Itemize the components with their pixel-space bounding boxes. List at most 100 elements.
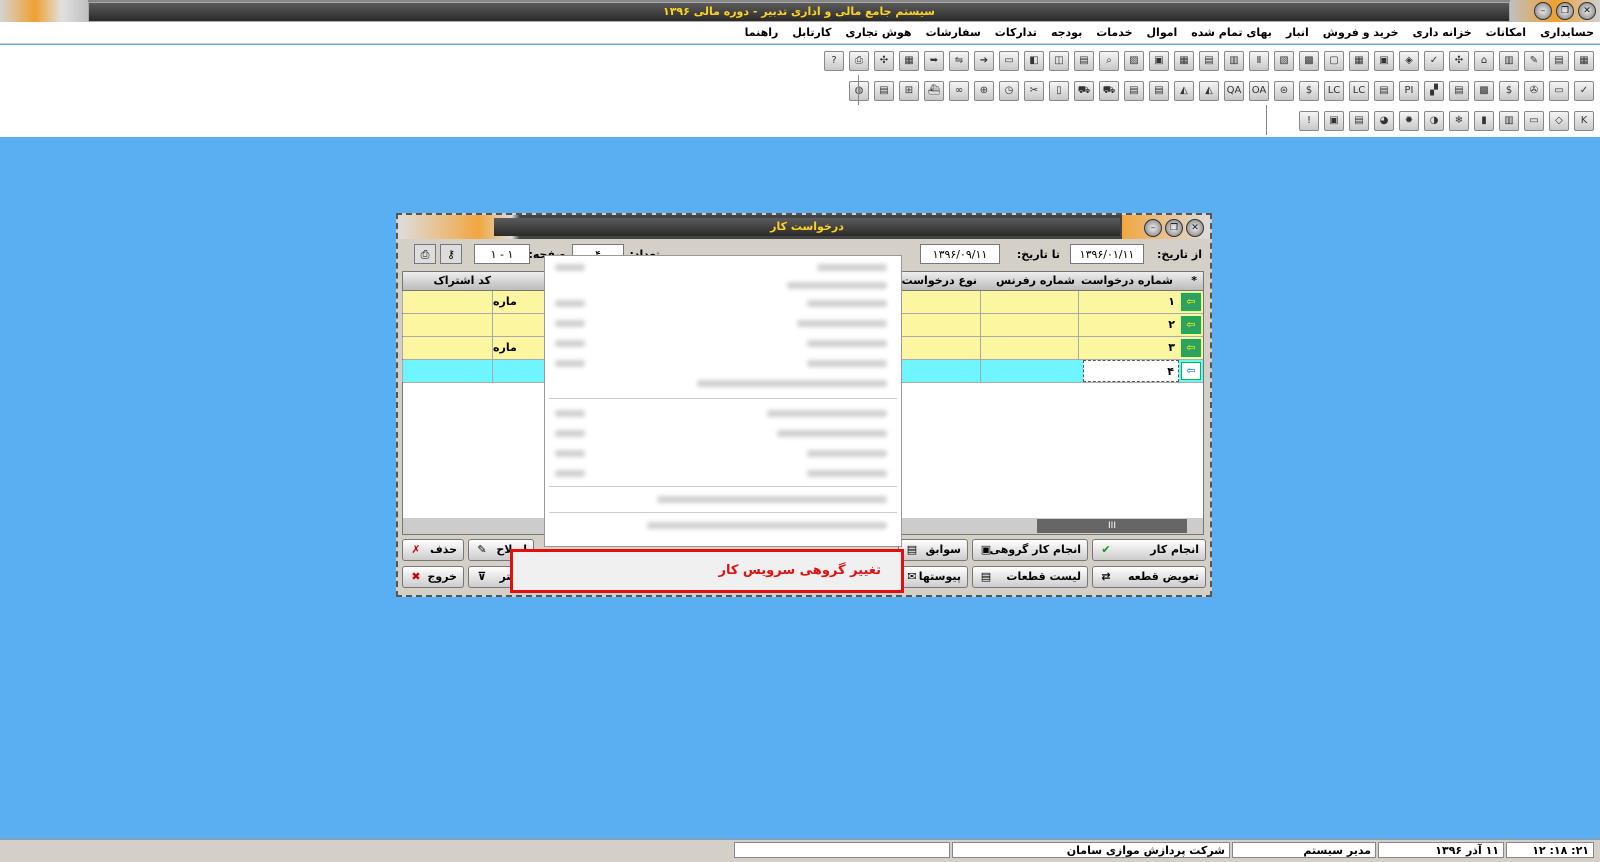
col-reference-no[interactable]: شماره رفرنس [996, 274, 1075, 287]
toolbar-icon[interactable]: ◕ [1374, 111, 1394, 131]
toolbar-icon[interactable]: ⊜ [1274, 81, 1294, 101]
toolbar-icon[interactable]: ◧ [1024, 51, 1044, 71]
toolbar-icon[interactable]: ✎ [1524, 51, 1544, 71]
do-work-button[interactable]: انجام کار ✔ [1092, 539, 1206, 561]
menu-item-blurred[interactable] [817, 264, 887, 271]
gear-icon[interactable]: ✹ [1399, 111, 1419, 131]
menu-item-blurred[interactable] [797, 320, 887, 327]
toolbar-icon[interactable]: $ [1299, 81, 1319, 101]
menu-facilities[interactable]: امکانات [1486, 26, 1526, 39]
toolbar-icon[interactable]: ▦ [1574, 51, 1594, 71]
toolbar-icon[interactable]: OA [1249, 81, 1269, 101]
replace-part-button[interactable]: تعویض قطعه ⇄ [1092, 566, 1206, 588]
menu-help[interactable]: راهنما [745, 26, 779, 39]
toolbar-icon[interactable]: ◭ [1174, 81, 1194, 101]
toolbar-icon[interactable]: ◫ [1049, 51, 1069, 71]
exit-button[interactable]: خروج ✖ [402, 566, 464, 588]
printer-icon[interactable]: ⎙ [849, 51, 869, 71]
toolbar-icon[interactable]: ◑ [1424, 111, 1444, 131]
toolbar-icon[interactable]: QA [1224, 81, 1244, 101]
printer-icon[interactable]: ⎙ [414, 244, 436, 264]
delete-button[interactable]: حذف ✗ [402, 539, 464, 561]
menu-item-blurred[interactable] [697, 380, 887, 387]
toolbar-icon[interactable]: ✣ [874, 51, 894, 71]
toolbar-icon[interactable]: ▣ [1324, 111, 1344, 131]
menu-purchase-sales[interactable]: خرید و فروش [1323, 26, 1399, 39]
toolbar-icon[interactable]: ▥ [1499, 51, 1519, 71]
toolbar-icon[interactable]: ◭ [1199, 81, 1219, 101]
menu-budget[interactable]: بودجه [1051, 26, 1082, 39]
toolbar-icon[interactable]: ▤ [1549, 51, 1569, 71]
toolbar-icon[interactable]: ▭ [999, 51, 1019, 71]
globe-icon[interactable]: ◍ [849, 81, 869, 101]
warning-icon[interactable]: ! [1299, 111, 1319, 131]
col-request-no[interactable]: شماره درخواست [1081, 274, 1173, 287]
menu-item-blurred[interactable] [787, 282, 887, 289]
attachments-button[interactable]: پیوستها ✉ [898, 566, 968, 588]
toolbar-icon[interactable]: ▭ [1549, 81, 1569, 101]
col-subscription-code[interactable]: کد اشتراک [433, 274, 491, 287]
toolbar-icon[interactable]: ▤ [1449, 81, 1469, 101]
toolbar-icon[interactable]: ⊕ [974, 81, 994, 101]
minimize-icon[interactable]: – [1144, 219, 1162, 237]
toolbar-icon[interactable]: ✓ [1574, 81, 1594, 101]
row-arrow-icon[interactable]: ⇦ [1181, 293, 1201, 311]
toolbar-icon[interactable]: ◈ [1399, 51, 1419, 71]
menu-item-blurred[interactable] [807, 360, 887, 367]
from-date-input[interactable]: ۱۳۹۶/۰۱/۱۱ [1070, 244, 1144, 264]
menu-item-blurred[interactable] [807, 340, 887, 347]
search-icon[interactable]: ⌕ [1099, 51, 1119, 71]
toolbar-icon[interactable]: ▣ [1149, 51, 1169, 71]
truck-icon[interactable]: ⛟ [1074, 81, 1094, 101]
group-change-service-menu-item[interactable]: تغییر گروهی سرویس کار [510, 549, 904, 593]
menu-procurement[interactable]: تدارکات [995, 26, 1037, 39]
toolbar-icon[interactable]: ▤ [1374, 81, 1394, 101]
arrow-icon[interactable]: ➔ [974, 51, 994, 71]
book-icon[interactable]: ▯ [1049, 81, 1069, 101]
toolbar-icon[interactable]: ▤ [1349, 111, 1369, 131]
menu-item-blurred[interactable] [647, 522, 887, 529]
toolbar-icon[interactable]: ➥ [924, 51, 944, 71]
toolbar-icon[interactable]: ▣ [1374, 51, 1394, 71]
menu-cost[interactable]: بهای تمام شده [1191, 26, 1272, 39]
col-request-type[interactable]: نوع درخواست [902, 274, 977, 287]
toolbar-icon[interactable]: ∞ [949, 81, 969, 101]
toolbar-icon[interactable]: ▩ [1474, 81, 1494, 101]
menu-accounting[interactable]: حسابداری [1540, 26, 1594, 39]
menu-assets[interactable]: اموال [1147, 26, 1178, 39]
toolbar-icon[interactable]: ▤ [874, 81, 894, 101]
toolbar-icon[interactable]: ▢ [1324, 51, 1344, 71]
toolbar-icon[interactable]: ▤ [1074, 51, 1094, 71]
menu-item-blurred[interactable] [777, 430, 887, 437]
toolbar-icon[interactable]: ✇ [1524, 81, 1544, 101]
toolbar-icon[interactable]: LC [1349, 81, 1369, 101]
restore-icon[interactable]: ❐ [1556, 2, 1574, 20]
toolbar-icon[interactable]: ❄ [1449, 111, 1469, 131]
row-arrow-icon[interactable]: ⇦ [1181, 316, 1201, 334]
menu-cartable[interactable]: کارتابل [792, 26, 831, 39]
toolbar-icon[interactable]: $ [1499, 81, 1519, 101]
toolbar-icon[interactable]: ◇ [1549, 111, 1569, 131]
toolbar-icon[interactable]: ▨ [1124, 51, 1144, 71]
close-icon[interactable]: ✕ [1578, 2, 1596, 20]
toolbar-icon[interactable]: ▞ [1424, 81, 1444, 101]
toolbar-icon[interactable]: ▥ [1224, 51, 1244, 71]
toolbar-icon[interactable]: ✂ [1024, 81, 1044, 101]
menu-item-blurred[interactable] [767, 410, 887, 417]
cell-request-no-editing[interactable]: ۴ [1083, 360, 1179, 382]
key-icon[interactable]: ⚷ [440, 244, 462, 264]
toolbar-icon[interactable]: PI [1399, 81, 1419, 101]
restore-icon[interactable]: ❐ [1165, 219, 1183, 237]
toolbar-icon[interactable]: ▦ [899, 51, 919, 71]
toolbar-icon[interactable]: ▦ [1174, 51, 1194, 71]
truck-icon[interactable]: ⛟ [1099, 81, 1119, 101]
toolbar-icon[interactable]: ✓ [1424, 51, 1444, 71]
minimize-icon[interactable]: – [1534, 2, 1552, 20]
toolbar-icon[interactable]: K [1574, 111, 1594, 131]
menu-treasury[interactable]: خزانه داری [1413, 26, 1472, 39]
menu-orders[interactable]: سفارشات [926, 26, 981, 39]
menu-item-blurred[interactable] [657, 496, 887, 503]
row-arrow-icon[interactable]: ⇦ [1181, 339, 1201, 357]
scrollbar-thumb[interactable]: III [1037, 519, 1187, 533]
menu-item-blurred[interactable] [807, 450, 887, 457]
